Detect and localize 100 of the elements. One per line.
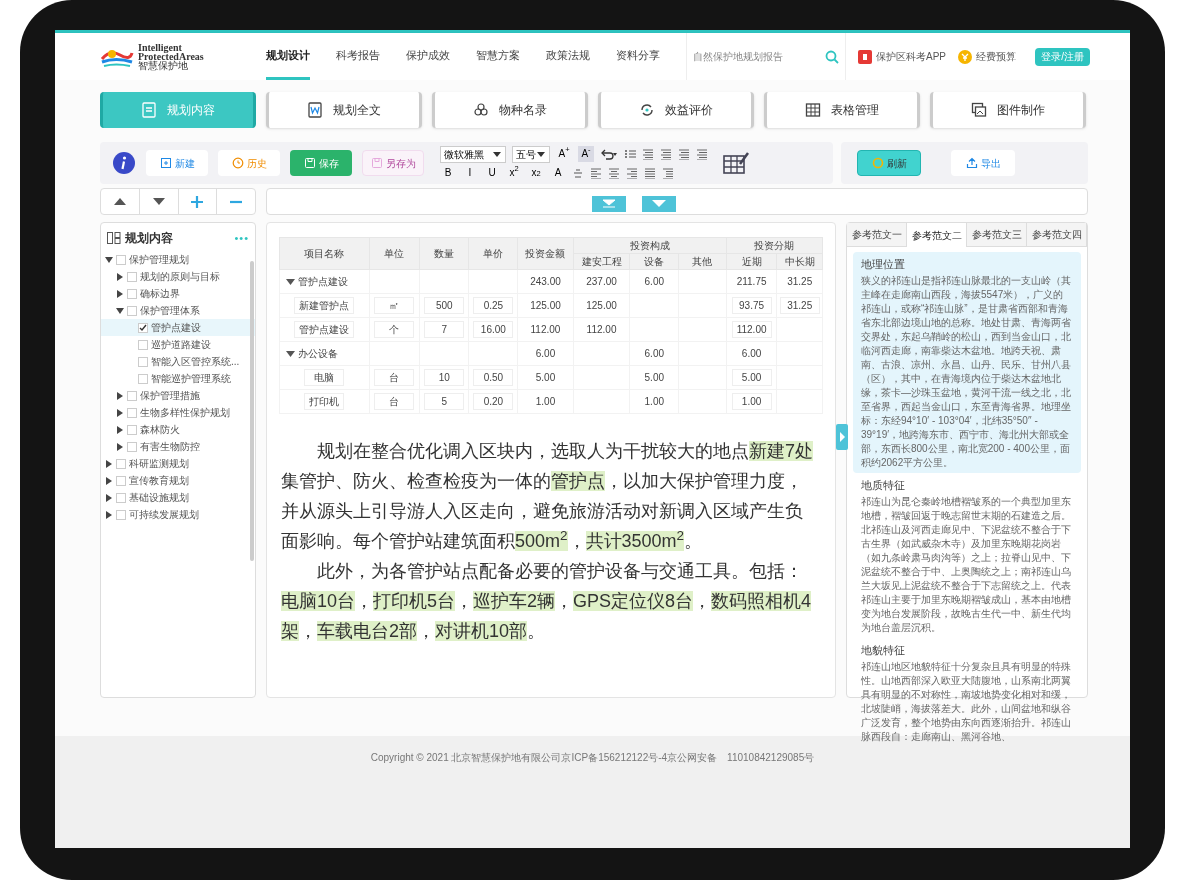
tree-item[interactable]: 可持续发展规划 [101, 506, 255, 523]
tree-item[interactable]: 有害生物防控 [101, 438, 255, 455]
tree-item[interactable]: 基础设施规划 [101, 489, 255, 506]
table-cell: 10 [424, 369, 465, 386]
format-button[interactable]: x$^{2}$ [506, 164, 522, 181]
nav-tab[interactable]: 科考报告 [336, 33, 380, 80]
section-text: 祁连山为昆仑秦岭地槽褶皱系的一个典型加里东地槽，褶皱回返于晚志留世末期的石建造之后。北祁连山及河西走廊见中、下泥盆统不整合于下古生界（如武威杂木寺）及加里东晚期花岗岩（如九条岭肃马肉沟等）之上；拉脊山见中、下泥盆统不整合于中、上奥陶统之上；南祁连山乌兰大坂见上泥盆统不整合于下志留统之上。代表祁连山主要于加里东晚期褶皱成山，基本由地槽变为地台发展阶段，故晚古生代一中、新生代均为地台盖层沉积。 [861, 495, 1072, 635]
nav-tab[interactable]: 保护成效 [406, 33, 450, 80]
format-button[interactable]: I [462, 164, 478, 181]
input-field[interactable] [266, 188, 1088, 215]
tree-item[interactable]: 巡护道路建设 [101, 336, 255, 353]
checkbox[interactable] [127, 288, 137, 299]
table-cell: 112.00 [731, 321, 772, 338]
module-tab[interactable]: 图件制作 [930, 92, 1086, 128]
word-document-icon [307, 102, 323, 118]
table-cell: 112.00 [530, 324, 561, 335]
module-tab[interactable]: 物种名录 [432, 92, 588, 128]
reference-tab[interactable]: 参考范文三 [967, 223, 1027, 247]
checkbox[interactable] [127, 271, 137, 282]
format-button[interactable]: x$_{2}$ [528, 164, 544, 181]
checkbox[interactable] [138, 339, 148, 350]
table-cell: 0.20 [473, 393, 514, 410]
logo-text: ProtectedAreas [138, 52, 204, 61]
reference-tab[interactable]: 参考范文一 [847, 223, 907, 247]
checkbox[interactable] [116, 509, 126, 520]
table-cell: 个 [374, 321, 415, 338]
table-cell: 5 [424, 393, 465, 410]
toolbar-button[interactable]: 导出 [951, 150, 1015, 176]
checkbox[interactable] [116, 458, 126, 469]
tree-item[interactable]: 管护点建设 [101, 319, 255, 336]
tree-item[interactable]: 规划的原则与目标 [101, 268, 255, 285]
logo-text: Intelligent [138, 43, 183, 52]
tree-item[interactable]: 森林防火 [101, 421, 255, 438]
tree-item[interactable]: 智能入区管控系统... [101, 353, 255, 370]
checkbox[interactable] [138, 322, 148, 333]
checkbox[interactable] [127, 424, 137, 435]
table-cell: 0.50 [473, 369, 514, 386]
module-tab[interactable]: 规划全文 [266, 92, 422, 128]
checkbox[interactable] [138, 356, 148, 367]
checkbox[interactable] [127, 407, 137, 418]
checkbox[interactable] [127, 390, 137, 401]
dropdown-value: 微软雅黑 [444, 147, 484, 162]
nav-tab[interactable]: 资料分享 [616, 33, 660, 80]
module-tab[interactable]: 效益评价 [598, 92, 754, 128]
tree-item[interactable]: 保护管理体系 [101, 302, 255, 319]
panel-toggle-icon[interactable] [836, 424, 848, 450]
toolbar-button[interactable]: 新建 [146, 150, 208, 176]
check-icon [139, 323, 147, 332]
panel-title: 规划内容 [125, 230, 173, 247]
header-link[interactable]: 保护区科考APP [876, 49, 946, 64]
format-button[interactable]: B [440, 164, 456, 181]
checkbox[interactable] [127, 305, 137, 316]
table-cell: 112.00 [586, 324, 617, 335]
table-cell: 5.00 [731, 369, 772, 386]
cycle-icon [639, 102, 655, 118]
column-header: 投资构成 [573, 237, 727, 254]
table-cell: 7 [424, 321, 465, 338]
tree-item[interactable]: 生物多样性保护规划 [101, 404, 255, 421]
tree-item[interactable]: 科研监测规划 [101, 455, 255, 472]
table-cell: 243.00 [530, 276, 561, 287]
header-link[interactable]: 经费预算 [976, 49, 1016, 64]
table-cell: 1.00 [535, 396, 556, 407]
plus-icon [190, 194, 205, 209]
copyright-text: Copyright © 2021 北京智慧保护地有限公司京ICP备156212122号-4京公网安备 11010842129085号 [370, 751, 815, 765]
nav-tab[interactable]: 政策法规 [546, 33, 590, 80]
tree-item[interactable]: 保护管理措施 [101, 387, 255, 404]
checkbox[interactable] [116, 475, 126, 486]
logo-text: 智慧保护地 [138, 61, 189, 70]
checkbox[interactable] [138, 373, 148, 384]
caret-icon [536, 149, 546, 159]
dropdown[interactable]: 五号 [512, 145, 550, 163]
table-cell: 237.00 [586, 276, 617, 287]
checkbox[interactable] [116, 492, 126, 503]
checkbox[interactable] [116, 254, 126, 265]
table-cell: 台 [374, 393, 415, 410]
outline-icon [107, 232, 121, 244]
format-button[interactable]: A$^{-}$ [578, 146, 594, 162]
info-icon [112, 151, 136, 175]
module-tab[interactable]: 表格管理 [764, 92, 920, 128]
tree-item[interactable]: 保护管理规划 [101, 251, 255, 268]
table-icon [805, 102, 821, 118]
table-cell: 125.00 [530, 300, 561, 311]
search-field[interactable]: 自然保护地规划报告 [693, 49, 821, 64]
tree-item[interactable]: 确标边界 [101, 285, 255, 302]
collapse-button[interactable] [592, 196, 626, 212]
checkbox[interactable] [127, 441, 137, 452]
format-button[interactable]: U [484, 164, 500, 181]
expand-button[interactable] [642, 196, 676, 212]
tree-item[interactable]: 智能巡护管理系统 [101, 370, 255, 387]
table-cell-text: 办公设备 [298, 347, 338, 361]
tree-item[interactable]: 宣传教育规划 [101, 472, 255, 489]
table-cell: 6.00 [644, 348, 664, 359]
flower-icon [473, 102, 489, 118]
nav-tab[interactable]: 智慧方案 [476, 33, 520, 80]
undo-icon [600, 148, 618, 160]
format-button[interactable]: A$^{+}$ [556, 146, 572, 162]
dropdown[interactable]: 微软雅黑 [440, 145, 506, 163]
format-button[interactable]: A [550, 164, 566, 181]
reference-tab[interactable]: 参考范文四 [1027, 223, 1087, 247]
toolbar-button[interactable]: 刷新 [857, 150, 921, 176]
